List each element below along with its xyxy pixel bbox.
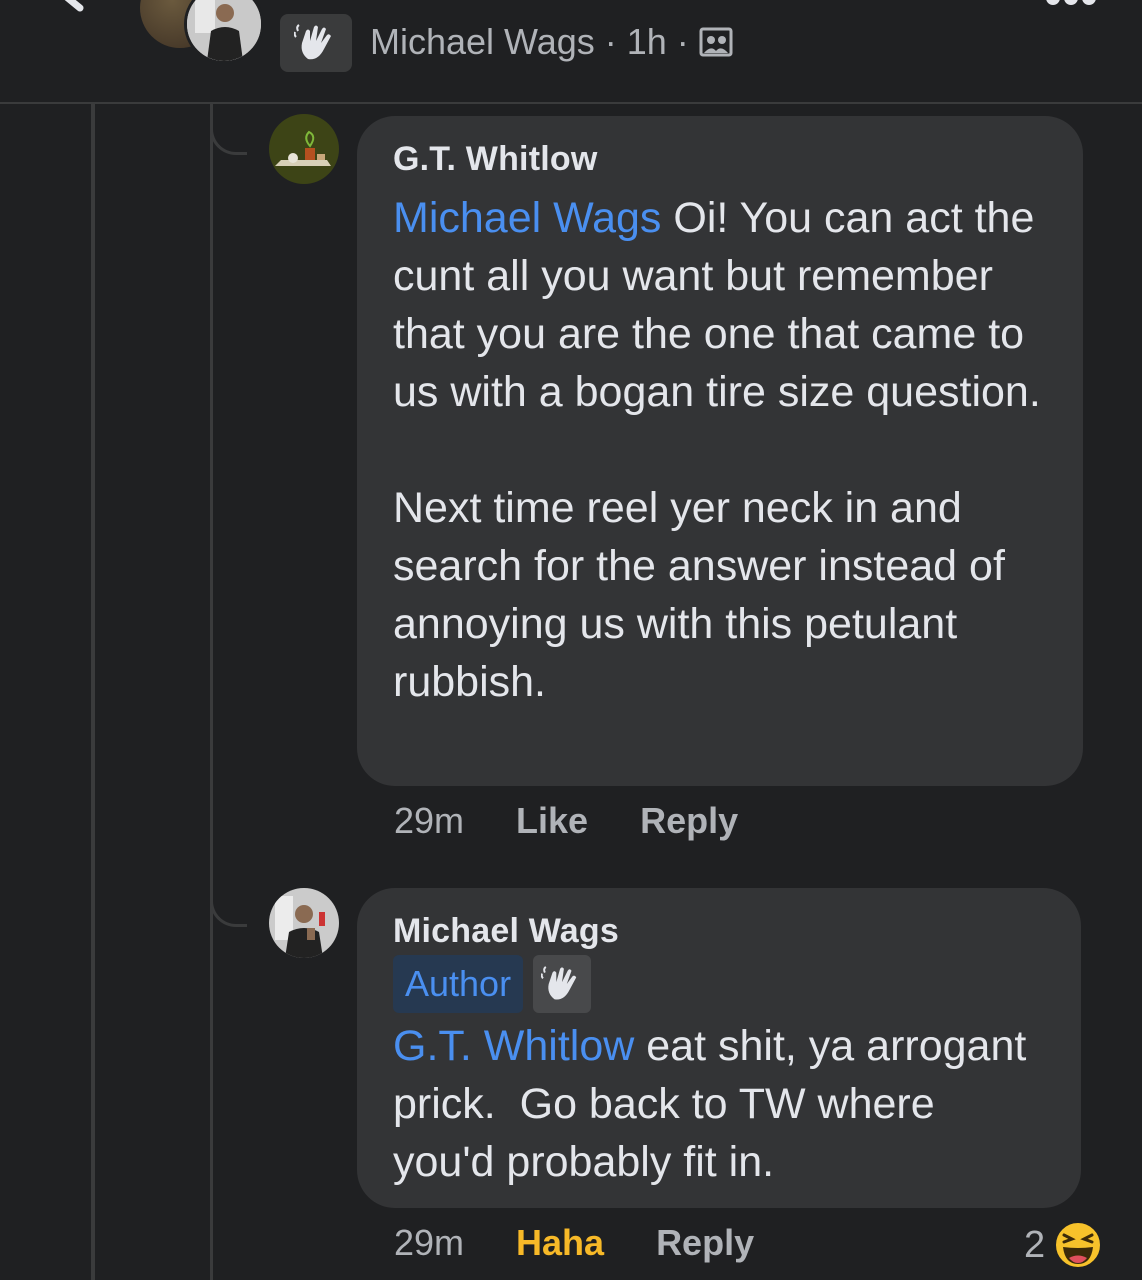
mention-link[interactable]: G.T. Whitlow bbox=[393, 1022, 634, 1070]
wave-badge[interactable] bbox=[280, 14, 352, 72]
post-time[interactable]: 1h bbox=[627, 21, 667, 63]
reaction-count: 2 bbox=[1024, 1223, 1046, 1266]
reaction-summary[interactable]: 2 bbox=[1024, 1220, 1103, 1270]
waving-hand-icon bbox=[541, 966, 577, 1000]
reply-button[interactable]: Reply bbox=[656, 1222, 754, 1264]
badge-row: Author bbox=[393, 955, 1047, 1013]
thread-line bbox=[91, 104, 95, 1280]
comment-text: Michael Wags Oi! You can act the cunt al… bbox=[393, 189, 1049, 711]
comment-text: G.T. Whitlow eat shit, ya arrogant prick… bbox=[393, 1017, 1047, 1191]
comment-actions: 29m Like Reply bbox=[394, 800, 738, 842]
separator: · bbox=[676, 21, 689, 62]
separator: · bbox=[604, 21, 617, 62]
comment-bubble: Michael Wags Author G.T. Whitlow eat shi… bbox=[357, 888, 1081, 1208]
mention-link[interactable]: Michael Wags bbox=[393, 194, 661, 242]
comment-actions: 29m Haha Reply bbox=[394, 1222, 754, 1264]
reply-connector bbox=[210, 112, 247, 155]
reply-button[interactable]: Reply bbox=[640, 800, 738, 842]
comment-author[interactable]: G.T. Whitlow bbox=[393, 140, 1049, 179]
wave-badge bbox=[533, 955, 592, 1013]
like-button[interactable]: Like bbox=[516, 800, 588, 842]
comment-body: Oi! You can act the cunt all you want bu… bbox=[393, 194, 1041, 706]
reply-connector bbox=[210, 884, 247, 927]
laughing-emoji-icon bbox=[1054, 1221, 1103, 1269]
post-author[interactable]: Michael Wags bbox=[370, 21, 595, 63]
post-meta: Michael Wags · 1h · bbox=[370, 20, 733, 64]
author-badge: Author bbox=[393, 955, 524, 1013]
waving-hand-icon bbox=[294, 24, 331, 60]
comment-bubble: G.T. Whitlow Michael Wags Oi! You can ac… bbox=[357, 116, 1083, 786]
thread-line bbox=[210, 104, 213, 1280]
comment-author[interactable]: Michael Wags bbox=[393, 912, 1047, 951]
comment-time[interactable]: 29m bbox=[394, 1222, 464, 1264]
group-icon bbox=[699, 27, 733, 57]
commenter-avatar[interactable] bbox=[269, 888, 339, 958]
chevron-left-icon[interactable] bbox=[40, 0, 100, 30]
more-dots-icon[interactable] bbox=[1044, 0, 1098, 12]
user-avatar[interactable] bbox=[184, 0, 264, 64]
post-header: Michael Wags · 1h · bbox=[0, 0, 1142, 104]
comment-time[interactable]: 29m bbox=[394, 800, 464, 842]
commenter-avatar[interactable] bbox=[269, 114, 339, 184]
haha-reaction-button[interactable]: Haha bbox=[516, 1222, 604, 1264]
